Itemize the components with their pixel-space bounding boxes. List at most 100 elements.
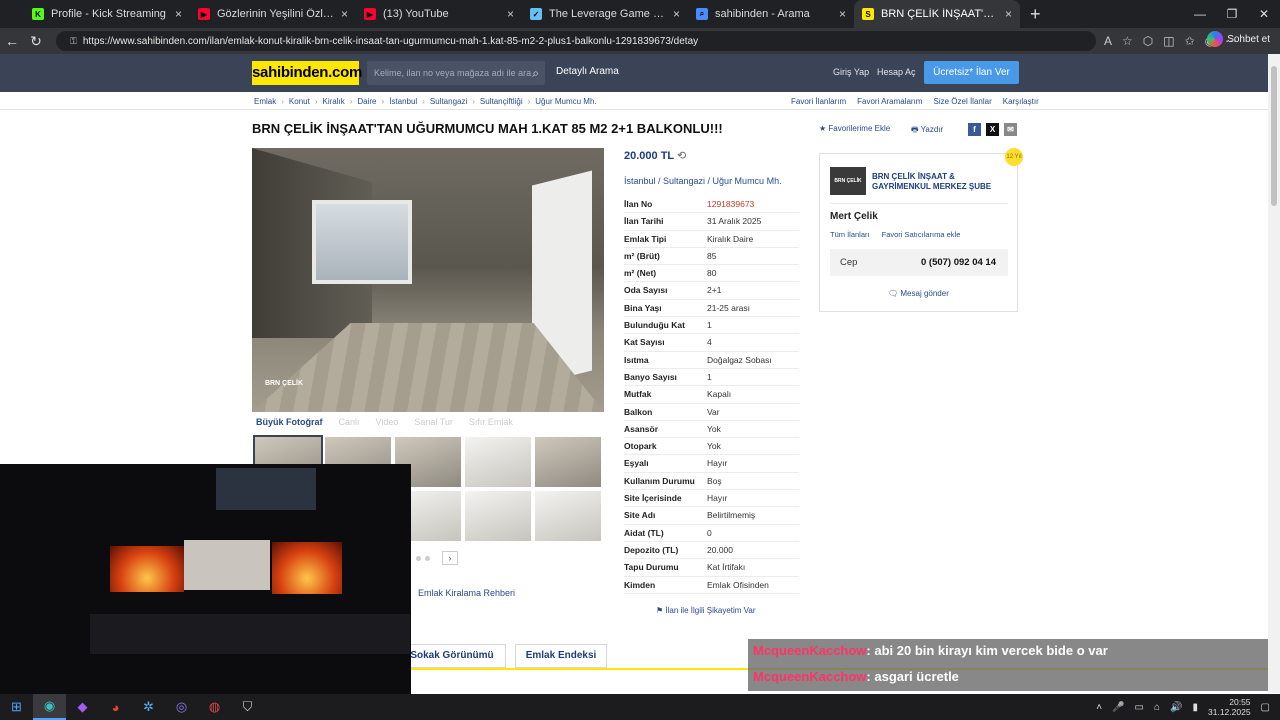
collections-icon[interactable]: ✩ (1185, 34, 1195, 48)
login-link[interactable]: Giriş Yap (833, 67, 869, 77)
browser-tab[interactable]: ▶ Gözlerinin Yeşilini Özledim - Y × (190, 0, 356, 28)
favorite-star-icon[interactable]: ☆ (1122, 34, 1133, 48)
next-page-icon[interactable]: › (442, 551, 458, 565)
tray-chevron-icon[interactable]: ˄ (1096, 702, 1102, 713)
back-icon[interactable]: ← (0, 33, 24, 49)
browser-tab[interactable]: ✓ The Leverage Game Steam'de × (522, 0, 688, 28)
phone-number[interactable]: 0 (507) 092 04 14 (921, 249, 996, 276)
page-scrollbar[interactable] (1268, 54, 1280, 693)
print-link[interactable]: 🖶 Yazdır (911, 124, 943, 138)
tab-close-icon[interactable]: × (839, 7, 846, 21)
all-ads-link[interactable]: Tüm İlanları (830, 230, 870, 239)
browser-tab[interactable]: ▶ (13) YouTube × (356, 0, 522, 28)
register-link[interactable]: Hesap Aç (877, 67, 916, 77)
tab-close-icon[interactable]: × (507, 7, 514, 21)
store-logo[interactable]: BRN ÇELİK (830, 167, 866, 195)
browser-tab[interactable]: S BRN ÇELİK İNŞAAT'TAN UĞURMU × (854, 0, 1020, 28)
read-aloud-icon[interactable]: A (1104, 34, 1112, 48)
street-view-button[interactable]: Sokak Görünümü (398, 644, 506, 668)
breadcrumb-item[interactable]: Emlak (254, 97, 289, 106)
real-estate-index-button[interactable]: Emlak Endeksi (515, 644, 607, 668)
copilot-taskbar-icon[interactable]: ◆ (66, 694, 99, 720)
user-link[interactable]: Size Özel İlanlar (933, 97, 991, 106)
maximize-button[interactable]: ❐ (1216, 0, 1248, 28)
network-icon[interactable]: ⌂ (1154, 702, 1160, 713)
breadcrumb-item[interactable]: Daire (357, 97, 389, 106)
obs-icon[interactable]: ◎ (165, 694, 198, 720)
start-icon[interactable]: ⊞ (0, 694, 33, 720)
new-tab-button[interactable]: + (1030, 4, 1041, 25)
price-history-icon[interactable]: ⟲ (677, 150, 686, 162)
pager-dot[interactable] (425, 555, 430, 561)
photo-tab[interactable]: Canlı (339, 417, 360, 427)
user-link[interactable]: Karşılaştır (1003, 97, 1039, 106)
facebook-share-icon[interactable]: f (968, 123, 981, 136)
microphone-icon[interactable]: 🎤 (1112, 702, 1124, 713)
minimize-button[interactable]: — (1184, 0, 1216, 28)
user-link[interactable]: Favori Aramalarım (857, 97, 922, 106)
photo-tab[interactable]: Sıfır Emlak (469, 417, 513, 427)
rental-guide-link[interactable]: Emlak Kiralama Rehberi (418, 588, 515, 598)
chrome-icon[interactable]: ◕ (99, 694, 132, 720)
site-logo[interactable]: sahibinden.com (252, 61, 362, 85)
notifications-icon[interactable]: ▢ (1261, 702, 1270, 713)
photo-tab[interactable]: Sanal Tur (414, 417, 453, 427)
breadcrumb-item[interactable]: Uğur Mumcu Mh. (535, 97, 596, 106)
photo-thumbnail[interactable] (465, 491, 531, 541)
spec-value: 1291839673 (707, 199, 755, 209)
photo-thumbnail[interactable] (535, 437, 601, 487)
spec-row: Bina Yaşı 21-25 arası (624, 300, 799, 318)
breadcrumb-item[interactable]: Konut (289, 97, 323, 106)
tab-close-icon[interactable]: × (1005, 7, 1012, 21)
clock[interactable]: 20:55 31.12.2025 (1208, 697, 1251, 717)
detailed-search-link[interactable]: Detaylı Arama (556, 66, 619, 77)
breadcrumb-item[interactable]: Kiralık (322, 97, 357, 106)
display-icon[interactable]: ▭ (1135, 702, 1144, 713)
site-info-icon[interactable]: ⚿ (70, 36, 77, 46)
send-message-link[interactable]: 🗨 Mesaj gönder (888, 289, 949, 298)
tab-close-icon[interactable]: × (175, 7, 182, 21)
breadcrumb-item[interactable]: Sultangazi (430, 97, 480, 106)
photo-thumbnail[interactable] (465, 437, 531, 487)
store-name[interactable]: BRN ÇELİK İNŞAAT & GAYRİMENKUL MERKEZ ŞU… (872, 172, 1012, 192)
url-field[interactable]: ⚿ https://www.sahibinden.com/ilan/emlak-k… (56, 31, 1096, 51)
extensions-icon[interactable]: ⬡ (1143, 34, 1153, 48)
tab-close-icon[interactable]: × (673, 7, 680, 21)
recorder-icon[interactable]: ◍ (198, 694, 231, 720)
battery-icon[interactable]: ▮ (1192, 702, 1198, 713)
pager-dot[interactable] (416, 555, 421, 561)
photo-tab[interactable]: Video (376, 417, 399, 427)
photo-tab[interactable]: Büyük Fotoğraf (256, 417, 323, 427)
tab-favicon-icon: ⌕ (696, 8, 708, 20)
email-share-icon[interactable]: ✉ (1004, 123, 1017, 136)
complaint-link[interactable]: ⚑ İlan ile İlgili Şikayetim Var (656, 606, 756, 615)
spec-value: 31 Aralık 2025 (707, 216, 762, 227)
tab-close-icon[interactable]: × (341, 7, 348, 21)
volume-icon[interactable]: 🔊 (1170, 702, 1182, 713)
spec-label: m² (Brüt) (624, 250, 660, 261)
browser-tab[interactable]: ⌕ sahibinden - Arama × (688, 0, 854, 28)
photo-thumbnail[interactable] (535, 491, 601, 541)
user-link[interactable]: Favori İlanlarım (791, 97, 846, 106)
scrollbar-thumb[interactable] (1271, 66, 1277, 206)
breadcrumb-item[interactable]: İstanbul (389, 97, 430, 106)
favorite-seller-link[interactable]: Favori Satıcılarıma ekle (882, 230, 961, 239)
shield-icon[interactable]: ⛉ (231, 694, 264, 720)
add-favorite-link[interactable]: ★ Favorilerime Ekle (819, 124, 911, 138)
x-share-icon[interactable]: X (986, 123, 999, 136)
close-window-button[interactable]: ✕ (1248, 0, 1280, 28)
split-screen-icon[interactable]: ◫ (1163, 34, 1174, 48)
browser-tab[interactable]: K Profile - Kick Streaming × (24, 0, 190, 28)
main-photo[interactable]: BRN ÇELİK (252, 148, 604, 412)
copilot-button[interactable]: Sohbet et (1207, 31, 1270, 47)
post-free-ad-button[interactable]: Ücretsiz* İlan Ver (924, 61, 1019, 84)
search-input[interactable]: Kelime, ilan no veya mağaza adı ile ara … (367, 61, 545, 85)
reload-icon[interactable]: ↻ (24, 33, 48, 50)
chat-username: McqueenKacchow (753, 669, 867, 684)
location-breadcrumb[interactable]: İstanbul / Sultangazi / Uğur Mumcu Mh. (624, 176, 782, 186)
spec-row: Kullanım Durumu Boş (624, 473, 799, 491)
search-icon[interactable]: ⌕ (532, 61, 539, 85)
breadcrumb-item[interactable]: Sultançiftliği (480, 97, 535, 106)
settings-app-icon[interactable]: ✲ (132, 694, 165, 720)
edge-browser-icon[interactable]: ◉ (33, 694, 66, 720)
